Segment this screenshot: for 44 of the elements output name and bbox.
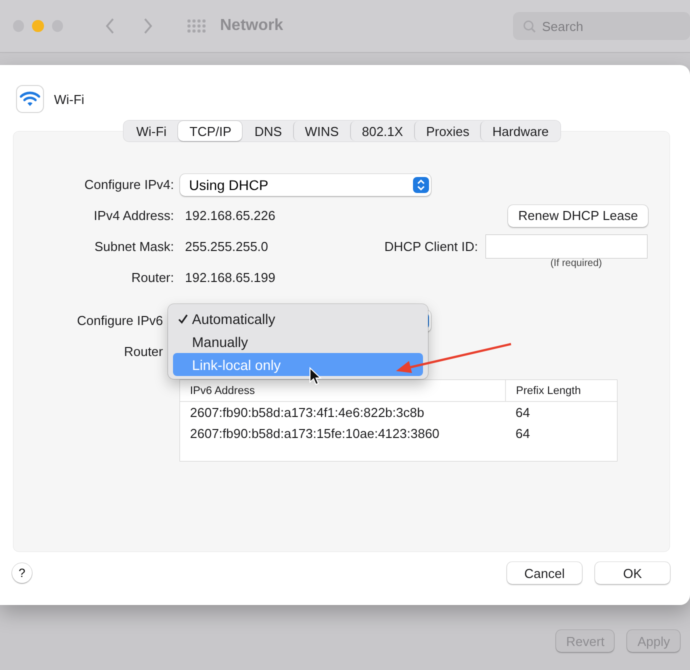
menu-item-label: Manually: [192, 334, 248, 350]
back-icon[interactable]: [105, 18, 115, 34]
tab[interactable]: Proxies: [414, 121, 480, 141]
search-field[interactable]: Search: [513, 12, 690, 40]
window-control[interactable]: [32, 20, 44, 32]
field-label: Router:: [130, 270, 174, 285]
field-value: 192.168.65.199: [185, 270, 276, 285]
tab[interactable]: DNS: [242, 121, 293, 141]
column-header: Prefix Length: [506, 380, 617, 402]
menu-item-label: Link-local only: [192, 356, 281, 372]
help-button[interactable]: ?: [12, 563, 32, 583]
grid-icon[interactable]: [187, 19, 206, 33]
ipv4-dropdown[interactable]: Using DHCP: [180, 174, 431, 196]
table-cell: 2607:fb90:b58d:a173:4f1:4e6:822b:3c8b: [180, 402, 506, 423]
menu-item[interactable]: Manually: [173, 330, 423, 353]
field-value: 192.168.65.226: [185, 208, 276, 223]
cancel-button[interactable]: Cancel: [507, 562, 582, 584]
window-title: Network: [220, 17, 284, 35]
field-label: DHCP Client ID:: [384, 239, 478, 254]
service-name: Wi-Fi: [54, 92, 84, 106]
field-label: Configure IPv6: [76, 313, 163, 328]
field-label: Configure IPv4:: [83, 177, 174, 192]
tab[interactable]: WINS: [292, 121, 350, 141]
field-label: Router: [122, 344, 163, 359]
stepper-icon[interactable]: [413, 176, 429, 192]
table-cell: 64: [506, 402, 617, 423]
ok-button[interactable]: OK: [595, 562, 670, 584]
table-cell: 2607:fb90:b58d:a173:15fe:10ae:4123:3860: [180, 423, 506, 444]
tab[interactable]: 802.1X: [350, 121, 414, 141]
forward-icon[interactable]: [143, 18, 153, 34]
tab[interactable]: Wi-Fi: [124, 121, 178, 141]
hint-text: (If required): [550, 258, 602, 269]
field-value: 255.255.255.0: [185, 239, 270, 254]
renew-button[interactable]: Renew DHCP Lease: [508, 204, 648, 226]
tab[interactable]: TCP/IP: [178, 121, 242, 141]
menu-item-label: Automatically: [192, 310, 276, 326]
menu-item[interactable]: Automatically: [173, 307, 423, 330]
table-cell: 64: [506, 423, 617, 444]
field-label: IPv4 Address:: [92, 208, 174, 223]
wifi-icon: [16, 85, 44, 113]
search-icon: [523, 20, 536, 33]
column-header: IPv6 Address: [180, 380, 506, 402]
client-id-field[interactable]: [486, 235, 647, 258]
field-label: Subnet Mask:: [94, 239, 174, 254]
